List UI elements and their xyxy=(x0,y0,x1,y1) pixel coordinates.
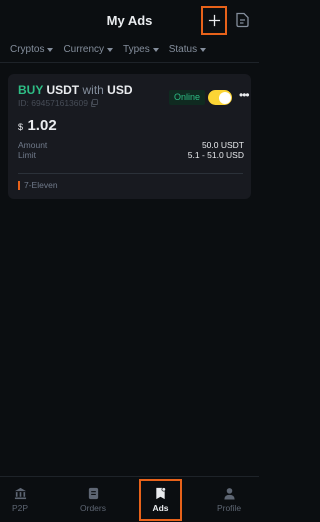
filter-types[interactable]: Types xyxy=(123,44,159,55)
ad-side: BUY xyxy=(18,83,44,97)
filter-bar: Cryptos Currency Types Status xyxy=(10,44,207,55)
filter-currency[interactable]: Currency xyxy=(63,44,114,55)
filter-cryptos[interactable]: Cryptos xyxy=(10,44,54,55)
ads-icon xyxy=(156,487,166,500)
ad-fiat: USD xyxy=(107,83,133,97)
document-icon xyxy=(235,12,249,28)
plus-icon xyxy=(208,14,220,27)
filter-label: Cryptos xyxy=(10,44,45,55)
caret-down-icon xyxy=(152,47,159,52)
bank-icon xyxy=(14,487,26,500)
bottom-nav: P2P Orders Ads Profile xyxy=(0,476,259,522)
payment-method: 7-Eleven xyxy=(18,180,58,190)
status-badge: Online xyxy=(169,90,206,105)
payment-method-label: 7-Eleven xyxy=(24,180,58,190)
header-divider xyxy=(0,62,259,63)
ad-history-button[interactable] xyxy=(233,11,251,29)
ad-id-row: ID: 694571613609 xyxy=(18,98,98,108)
ad-with: with xyxy=(82,83,104,97)
nav-ads-label: Ads xyxy=(152,503,169,513)
limit-label: Limit xyxy=(18,150,36,160)
filter-label: Types xyxy=(123,44,150,55)
filter-label: Status xyxy=(168,44,198,55)
ad-price: $ 1.02 xyxy=(18,117,57,135)
amount-label: Amount xyxy=(18,140,48,150)
caret-down-icon xyxy=(107,47,114,52)
nav-orders-label: Orders xyxy=(80,503,106,513)
limit-value: 5.1 - 51.0 USD xyxy=(187,150,244,160)
toggle-knob xyxy=(218,91,231,104)
amount-value: 50.0 USDT xyxy=(201,140,244,150)
caret-down-icon xyxy=(47,47,54,52)
create-ad-button[interactable] xyxy=(201,6,227,35)
ad-id: ID: 694571613609 xyxy=(18,98,88,108)
filter-label: Currency xyxy=(63,44,105,55)
online-toggle[interactable] xyxy=(208,90,232,105)
nav-profile-label: Profile xyxy=(216,503,242,513)
nav-profile[interactable]: Profile xyxy=(205,477,253,522)
ad-asset: USDT xyxy=(46,83,80,97)
filter-status[interactable]: Status xyxy=(168,44,207,55)
more-icon[interactable]: ••• xyxy=(239,89,250,101)
ad-title: BUY USDT with USD xyxy=(18,83,133,97)
price-value: 1.02 xyxy=(27,117,57,134)
profile-icon xyxy=(223,488,235,500)
nav-orders[interactable]: Orders xyxy=(68,477,118,522)
nav-p2p-label: P2P xyxy=(11,503,29,513)
nav-ads[interactable]: Ads xyxy=(139,479,182,521)
price-currency-symbol: $ xyxy=(18,122,24,132)
header: My Ads xyxy=(0,0,259,40)
caret-down-icon xyxy=(200,47,207,52)
copy-icon[interactable] xyxy=(90,99,98,107)
card-divider xyxy=(18,173,243,174)
ad-card[interactable]: BUY USDT with USD ID: 694571613609 Onlin… xyxy=(8,74,251,199)
payment-method-marker xyxy=(18,180,20,190)
orders-icon xyxy=(88,487,98,500)
nav-p2p[interactable]: P2P xyxy=(0,477,40,522)
